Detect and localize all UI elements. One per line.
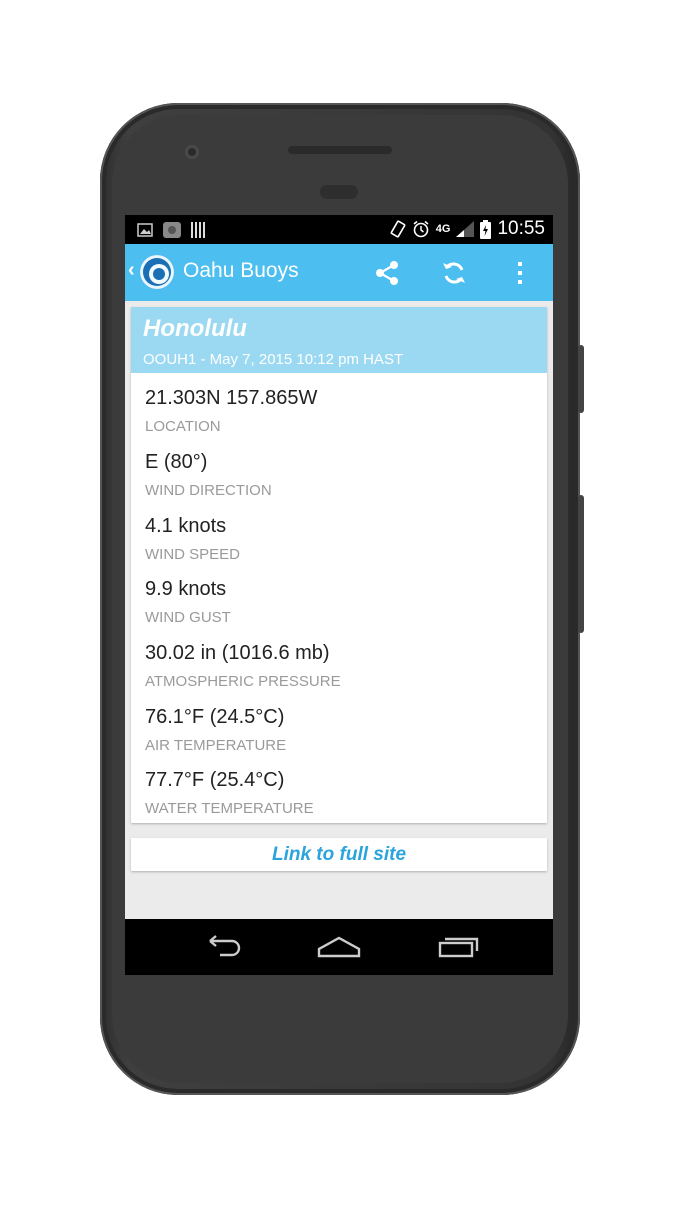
app-logo-icon[interactable] bbox=[140, 255, 174, 289]
battery-icon bbox=[480, 219, 492, 239]
volume-button bbox=[578, 495, 584, 633]
reading-location: 21.303N 157.865W LOCATION bbox=[145, 387, 535, 445]
reading-atmospheric-pressure: 30.02 in (1016.6 mb) ATMOSPHERIC PRESSUR… bbox=[145, 642, 535, 700]
sensor-grille bbox=[320, 185, 358, 199]
reading-label: WATER TEMPERATURE bbox=[145, 800, 314, 817]
reading-wind-gust: 9.9 knots WIND GUST bbox=[145, 578, 535, 636]
station-header: Honolulu OOUH1 - May 7, 2015 10:12 pm HA… bbox=[131, 307, 547, 373]
reading-value: 77.7°F (25.4°C) bbox=[145, 769, 285, 791]
share-icon[interactable] bbox=[370, 256, 404, 290]
station-name: Honolulu bbox=[143, 315, 247, 342]
barcode-icon bbox=[191, 222, 205, 238]
reading-value: 76.1°F (24.5°C) bbox=[145, 706, 285, 728]
photo-icon bbox=[163, 222, 181, 238]
app-bar: ‹ Oahu Buoys bbox=[125, 244, 553, 301]
reading-value: 4.1 knots bbox=[145, 515, 227, 537]
front-camera bbox=[185, 145, 199, 159]
reading-wind-speed: 4.1 knots WIND SPEED bbox=[145, 515, 535, 573]
station-subtitle: OOUH1 - May 7, 2015 10:12 pm HAST bbox=[143, 351, 404, 368]
home-icon[interactable] bbox=[309, 929, 369, 965]
status-bar: 4G 10:55 bbox=[125, 215, 553, 244]
image-icon bbox=[137, 223, 153, 237]
reading-value: 9.9 knots bbox=[145, 578, 227, 600]
navigation-bar bbox=[125, 919, 553, 975]
reading-air-temperature: 76.1°F (24.5°C) AIR TEMPERATURE bbox=[145, 706, 535, 764]
reading-label: WIND GUST bbox=[145, 609, 231, 626]
alarm-icon bbox=[413, 220, 429, 238]
reading-value: 21.303N 157.865W bbox=[145, 387, 318, 409]
4g-signal-icon bbox=[456, 221, 475, 237]
full-site-link-card[interactable]: Link to full site bbox=[131, 838, 547, 871]
back-icon[interactable] bbox=[190, 929, 250, 965]
up-navigation-icon[interactable]: ‹ bbox=[128, 259, 135, 282]
reading-value: E (80°) bbox=[145, 451, 208, 473]
earpiece-speaker bbox=[288, 146, 392, 154]
rotate-icon bbox=[390, 220, 406, 238]
network-type-label: 4G bbox=[435, 223, 451, 235]
reading-wind-direction: E (80°) WIND DIRECTION bbox=[145, 451, 535, 509]
reading-label: LOCATION bbox=[145, 418, 221, 435]
reading-water-temperature: 77.7°F (25.4°C) WATER TEMPERATURE bbox=[145, 769, 535, 827]
screen: 4G 10:55 ‹ Oahu Buoys Honolulu OOUH1 - M… bbox=[125, 215, 553, 975]
reading-label: WIND SPEED bbox=[145, 546, 241, 563]
refresh-icon[interactable] bbox=[437, 256, 471, 290]
reading-label: ATMOSPHERIC PRESSURE bbox=[145, 673, 341, 690]
station-card: Honolulu OOUH1 - May 7, 2015 10:12 pm HA… bbox=[131, 307, 547, 823]
power-button bbox=[578, 345, 584, 413]
reading-label: AIR TEMPERATURE bbox=[145, 737, 287, 754]
full-site-link[interactable]: Link to full site bbox=[272, 844, 406, 865]
reading-label: WIND DIRECTION bbox=[145, 482, 272, 499]
reading-value: 30.02 in (1016.6 mb) bbox=[145, 642, 330, 664]
recents-icon[interactable] bbox=[429, 929, 489, 965]
status-clock: 10:55 bbox=[497, 218, 545, 239]
overflow-menu-icon[interactable] bbox=[503, 256, 537, 290]
app-title: Oahu Buoys bbox=[183, 259, 299, 282]
